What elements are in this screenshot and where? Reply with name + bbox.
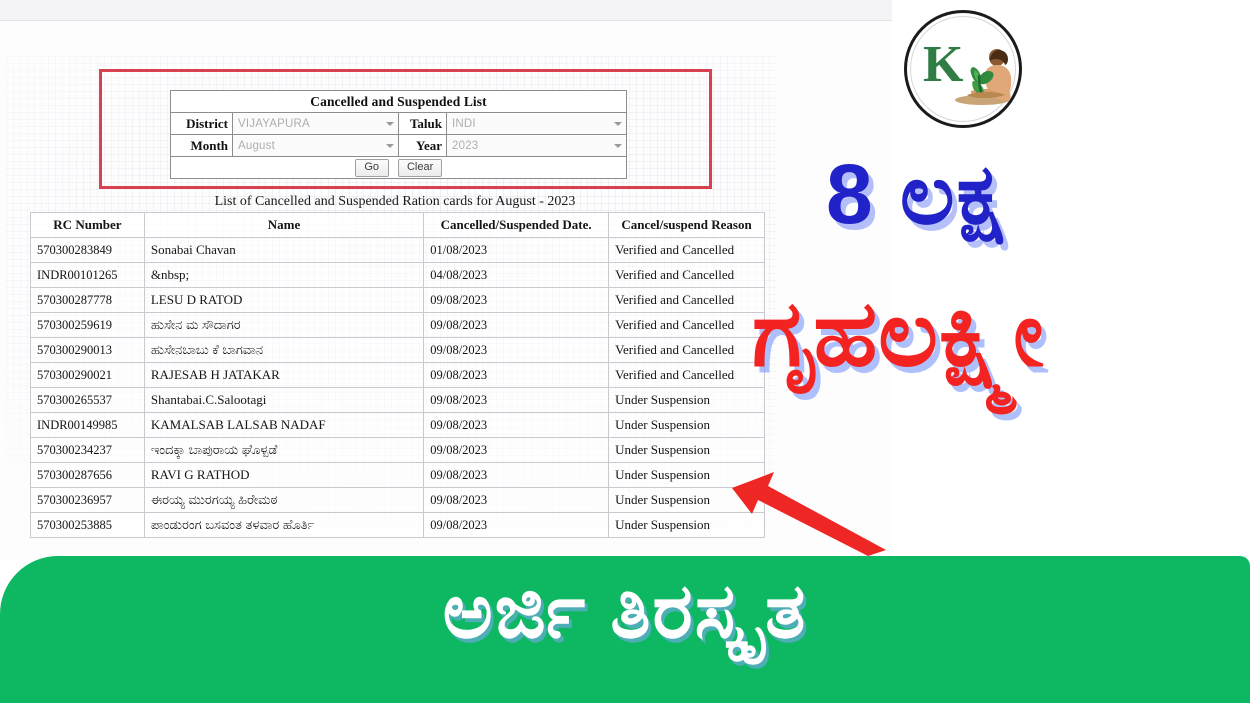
cell-name: Sonabai Chavan bbox=[143, 237, 425, 263]
filter-row-month-year: Month August Year 2023 bbox=[170, 134, 627, 157]
cell-rc-number: 570300265537 bbox=[30, 387, 145, 413]
filter-actions: Go Clear bbox=[170, 156, 627, 179]
cell-reason: Verified and Cancelled bbox=[608, 337, 765, 363]
cell-reason: Verified and Cancelled bbox=[608, 262, 765, 288]
banner-headline: ಅರ್ಜಿ ತಿರಸ್ಕೃತ bbox=[442, 569, 808, 654]
cell-rc-number: 570300287656 bbox=[30, 462, 145, 488]
table-row: 570300259619 ಹುಸೇನ ಮ ಸೌದಾಗರ 09/08/2023 Veri… bbox=[30, 312, 765, 338]
cell-reason: Under Suspension bbox=[608, 387, 765, 413]
cell-rc-number: 570300287778 bbox=[30, 287, 145, 313]
table-row: 570300290021 RAJESAB H JATAKAR 09/08/2023 V… bbox=[30, 362, 765, 388]
cell-date: 09/08/2023 bbox=[423, 437, 610, 463]
cell-name: LESU D RATOD bbox=[143, 287, 425, 313]
channel-logo: K bbox=[904, 10, 1022, 128]
browser-top-divider bbox=[0, 20, 892, 21]
filter-form-title: Cancelled and Suspended List bbox=[170, 90, 627, 113]
filter-row-district-taluk: District VIJAYAPURA Taluk INDI bbox=[170, 112, 627, 135]
table-row: INDR00149985 KAMALSAB LALSAB NADAF 09/08/2… bbox=[30, 412, 765, 438]
farmer-with-plant-icon bbox=[955, 49, 1012, 105]
taluk-label: Taluk bbox=[398, 112, 447, 135]
headline-blue: 8 ಲಕ್ಷ bbox=[826, 147, 1005, 241]
cell-reason: Verified and Cancelled bbox=[608, 362, 765, 388]
table-row: 570300234237 ಇಂದಕ್ಕಾ ಬಾಪುರಾಯ ಘೊಳ್ಪಡೆ 09/08… bbox=[30, 437, 765, 463]
up-left-arrow-icon bbox=[732, 472, 886, 556]
cell-name: ಹುಸೇನಬಾಬು ಕೆ ಬಾಗವಾನ bbox=[143, 337, 425, 363]
district-select[interactable]: VIJAYAPURA bbox=[232, 112, 399, 135]
year-select[interactable]: 2023 bbox=[446, 134, 627, 157]
cell-reason: Verified and Cancelled bbox=[608, 287, 765, 313]
table-row: 570300253885 ಪಾಂಡುರಂಗ ಬಸವಂತ ತಳವಾರ ಹೊರ್ತಿ 0… bbox=[30, 512, 765, 538]
chevron-down-icon bbox=[614, 121, 622, 126]
cell-rc-number: 570300234237 bbox=[30, 437, 145, 463]
month-label: Month bbox=[170, 134, 233, 157]
results-table-head: RC Number Name Cancelled/Suspended Date.… bbox=[30, 212, 765, 238]
cell-rc-number: 570300253885 bbox=[30, 512, 145, 538]
cell-rc-number: 570300259619 bbox=[30, 312, 145, 338]
cell-date: 04/08/2023 bbox=[423, 262, 610, 288]
month-select[interactable]: August bbox=[232, 134, 399, 157]
column-header-rc-number: RC Number bbox=[30, 212, 145, 238]
cell-name: RAVI G RATHOD bbox=[143, 462, 425, 488]
clear-button[interactable]: Clear bbox=[397, 159, 443, 177]
cell-name: ಹುಸೇನ ಮ ಸೌದಾಗರ bbox=[143, 312, 425, 338]
chevron-down-icon bbox=[614, 143, 622, 148]
column-header-reason: Cancel/suspend Reason bbox=[608, 212, 765, 238]
cell-name: Shantabai.C.Salootagi bbox=[143, 387, 425, 413]
cell-name: RAJESAB H JATAKAR bbox=[143, 362, 425, 388]
browser-top-band bbox=[0, 0, 892, 20]
results-table: RC Number Name Cancelled/Suspended Date.… bbox=[30, 212, 765, 538]
table-row: 570300236957 ಈರಯ್ಯ ಮುರಗಯ್ಯ ಹಿರೇಮಠ 09/08/20… bbox=[30, 487, 765, 513]
chevron-down-icon bbox=[386, 121, 394, 126]
column-header-date: Cancelled/Suspended Date. bbox=[423, 212, 610, 238]
headline-red: ಗೃಹಲಕ್ಷ್ಮೀ bbox=[752, 283, 1045, 385]
cell-rc-number: 570300236957 bbox=[30, 487, 145, 513]
cell-name: &nbsp; bbox=[143, 262, 425, 288]
cell-rc-number: 570300290021 bbox=[30, 362, 145, 388]
column-header-name: Name bbox=[143, 212, 425, 238]
cell-rc-number: 570300290013 bbox=[30, 337, 145, 363]
cell-name: ಪಾಂಡುರಂಗ ಬಸವಂತ ತಳವಾರ ಹೊರ್ತಿ bbox=[143, 512, 425, 538]
cell-date: 09/08/2023 bbox=[423, 287, 610, 313]
district-value: VIJAYAPURA bbox=[238, 117, 310, 130]
cell-name: ಈರಯ್ಯ ಮುರಗಯ್ಯ ಹಿರೇಮಠ bbox=[143, 487, 425, 513]
table-row: 570300290013 ಹುಸೇನಬಾಬು ಕೆ ಬಾಗವಾನ 09/08/202… bbox=[30, 337, 765, 363]
go-button[interactable]: Go bbox=[354, 159, 389, 177]
cell-name: ಇಂದಕ್ಕಾ ಬಾಪುರಾಯ ಘೊಳ್ಪಡೆ bbox=[143, 437, 425, 463]
results-header-row: RC Number Name Cancelled/Suspended Date.… bbox=[30, 212, 765, 238]
results-table-body: 570300283849 Sonabai Chavan 01/08/2023 Veri… bbox=[30, 237, 765, 538]
cell-date: 09/08/2023 bbox=[423, 312, 610, 338]
taluk-value: INDI bbox=[452, 117, 476, 130]
cell-reason: Verified and Cancelled bbox=[608, 312, 765, 338]
taluk-select[interactable]: INDI bbox=[446, 112, 627, 135]
year-value: 2023 bbox=[452, 139, 479, 152]
chevron-down-icon bbox=[386, 143, 394, 148]
filter-form: Cancelled and Suspended List District VI… bbox=[170, 90, 627, 179]
district-label: District bbox=[170, 112, 233, 135]
table-row: 570300283849 Sonabai Chavan 01/08/2023 Veri… bbox=[30, 237, 765, 263]
cell-rc-number: INDR00149985 bbox=[30, 412, 145, 438]
month-value: August bbox=[238, 139, 276, 152]
table-row: 570300287656 RAVI G RATHOD 09/08/2023 Under… bbox=[30, 462, 765, 488]
table-row: 570300265537 Shantabai.C.Salootagi 09/08/2… bbox=[30, 387, 765, 413]
cell-date: 01/08/2023 bbox=[423, 237, 610, 263]
year-label: Year bbox=[398, 134, 447, 157]
cell-date: 09/08/2023 bbox=[423, 487, 610, 513]
cell-rc-number: INDR00101265 bbox=[30, 262, 145, 288]
results-caption: List of Cancelled and Suspended Ration c… bbox=[214, 194, 576, 209]
cell-reason: Under Suspension bbox=[608, 412, 765, 438]
cell-date: 09/08/2023 bbox=[423, 337, 610, 363]
cell-name: KAMALSAB LALSAB NADAF bbox=[143, 412, 425, 438]
cell-date: 09/08/2023 bbox=[423, 412, 610, 438]
filter-row-actions: Go Clear bbox=[170, 156, 627, 179]
table-row: INDR00101265 &nbsp; 04/08/2023 Verified and… bbox=[30, 262, 765, 288]
cell-date: 09/08/2023 bbox=[423, 387, 610, 413]
cell-date: 09/08/2023 bbox=[423, 462, 610, 488]
filter-form-title-row: Cancelled and Suspended List bbox=[170, 90, 627, 113]
cell-rc-number: 570300283849 bbox=[30, 237, 145, 263]
cell-date: 09/08/2023 bbox=[423, 512, 610, 538]
cell-reason: Verified and Cancelled bbox=[608, 237, 765, 263]
table-row: 570300287778 LESU D RATOD 09/08/2023 Verifi… bbox=[30, 287, 765, 313]
cell-date: 09/08/2023 bbox=[423, 362, 610, 388]
